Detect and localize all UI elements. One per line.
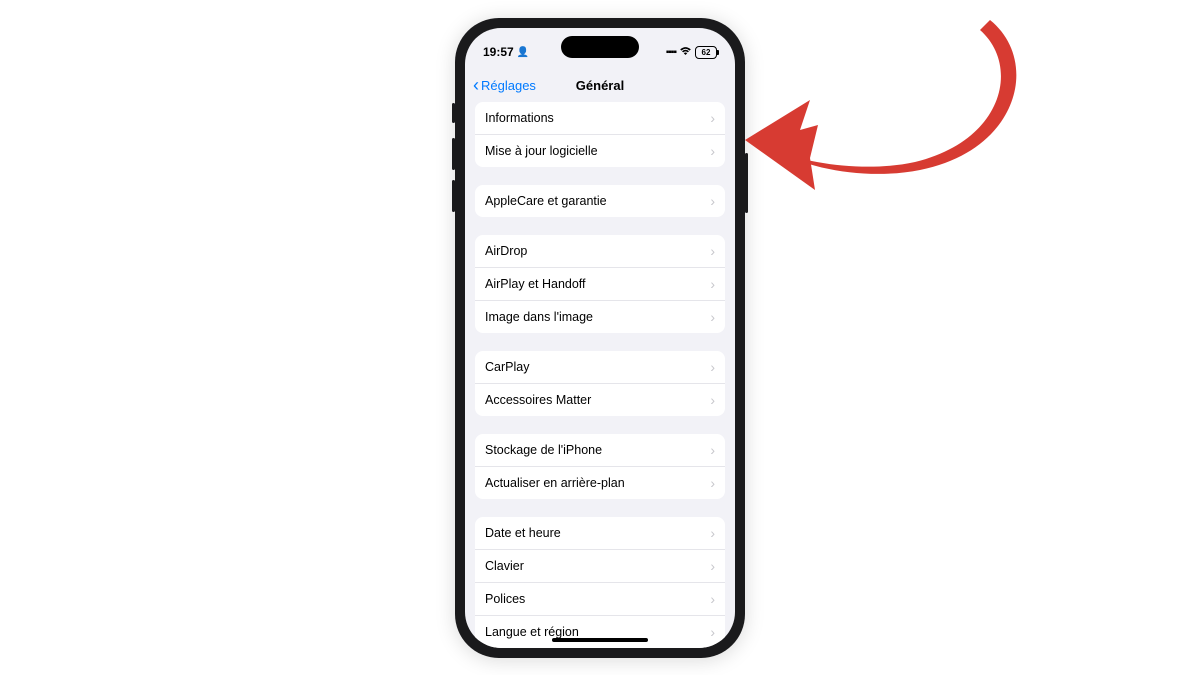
- volume-down-button: [452, 180, 455, 212]
- settings-group: Date et heure›Clavier›Polices›Langue et …: [475, 517, 725, 648]
- row-label: Mise à jour logicielle: [485, 144, 598, 158]
- chevron-right-icon: ›: [710, 442, 715, 458]
- chevron-right-icon: ›: [710, 309, 715, 325]
- chevron-left-icon: ‹: [473, 76, 479, 94]
- phone-frame: 19:57 👤 ▪▪▪▪ 62 ‹ Réglages Général Infor…: [455, 18, 745, 658]
- row-label: AirPlay et Handoff: [485, 277, 586, 291]
- chevron-right-icon: ›: [710, 475, 715, 491]
- row-pip[interactable]: Image dans l'image ›: [475, 301, 725, 333]
- settings-group: AirDrop›AirPlay et Handoff›Image dans l'…: [475, 235, 725, 333]
- row-storage[interactable]: Stockage de l'iPhone ›: [475, 434, 725, 467]
- row-airdrop[interactable]: AirDrop ›: [475, 235, 725, 268]
- chevron-right-icon: ›: [710, 193, 715, 209]
- chevron-right-icon: ›: [710, 110, 715, 126]
- row-informations[interactable]: Informations ›: [475, 102, 725, 135]
- chevron-right-icon: ›: [710, 525, 715, 541]
- row-applecare[interactable]: AppleCare et garantie ›: [475, 185, 725, 217]
- back-label: Réglages: [481, 78, 536, 93]
- row-airplay[interactable]: AirPlay et Handoff ›: [475, 268, 725, 301]
- row-label: Clavier: [485, 559, 524, 573]
- profile-icon: 👤: [517, 47, 529, 58]
- row-label: AppleCare et garantie: [485, 194, 607, 208]
- row-label: Date et heure: [485, 526, 561, 540]
- annotation-arrow-icon: [740, 10, 1040, 240]
- silence-switch: [452, 103, 455, 123]
- nav-bar: ‹ Réglages Général: [465, 68, 735, 102]
- row-label: Image dans l'image: [485, 310, 593, 324]
- chevron-right-icon: ›: [710, 276, 715, 292]
- settings-group: AppleCare et garantie ›: [475, 185, 725, 217]
- settings-group: Informations › Mise à jour logicielle ›: [475, 102, 725, 167]
- row-label: Polices: [485, 592, 525, 606]
- chevron-right-icon: ›: [710, 624, 715, 640]
- dynamic-island: [561, 36, 639, 58]
- row-software-update[interactable]: Mise à jour logicielle ›: [475, 135, 725, 167]
- row-date-time[interactable]: Date et heure ›: [475, 517, 725, 550]
- row-language[interactable]: Langue et région ›: [475, 616, 725, 648]
- settings-content[interactable]: Informations›Mise à jour logicielle›Appl…: [465, 102, 735, 648]
- settings-group: Stockage de l'iPhone›Actualiser en arriè…: [475, 434, 725, 499]
- screen: 19:57 👤 ▪▪▪▪ 62 ‹ Réglages Général Infor…: [465, 28, 735, 648]
- row-label: AirDrop: [485, 244, 527, 258]
- row-keyboard[interactable]: Clavier ›: [475, 550, 725, 583]
- volume-up-button: [452, 138, 455, 170]
- status-time: 19:57: [483, 45, 514, 59]
- home-indicator[interactable]: [552, 638, 648, 642]
- battery-icon: 62: [695, 46, 717, 59]
- chevron-right-icon: ›: [710, 143, 715, 159]
- row-background-refresh[interactable]: Actualiser en arrière-plan ›: [475, 467, 725, 499]
- chevron-right-icon: ›: [710, 558, 715, 574]
- cellular-icon: ▪▪▪▪: [666, 47, 676, 58]
- chevron-right-icon: ›: [710, 359, 715, 375]
- back-button[interactable]: ‹ Réglages: [473, 76, 536, 94]
- row-fonts[interactable]: Polices ›: [475, 583, 725, 616]
- settings-group: CarPlay › Accessoires Matter ›: [475, 351, 725, 416]
- row-label: Stockage de l'iPhone: [485, 443, 602, 457]
- power-button: [745, 153, 748, 213]
- row-label: Accessoires Matter: [485, 393, 591, 407]
- row-carplay[interactable]: CarPlay ›: [475, 351, 725, 384]
- page-title: Général: [576, 78, 624, 93]
- chevron-right-icon: ›: [710, 392, 715, 408]
- wifi-icon: [679, 46, 692, 59]
- chevron-right-icon: ›: [710, 591, 715, 607]
- chevron-right-icon: ›: [710, 243, 715, 259]
- row-matter[interactable]: Accessoires Matter ›: [475, 384, 725, 416]
- row-label: CarPlay: [485, 360, 529, 374]
- row-label: Actualiser en arrière-plan: [485, 476, 625, 490]
- row-label: Informations: [485, 111, 554, 125]
- row-label: Langue et région: [485, 625, 579, 639]
